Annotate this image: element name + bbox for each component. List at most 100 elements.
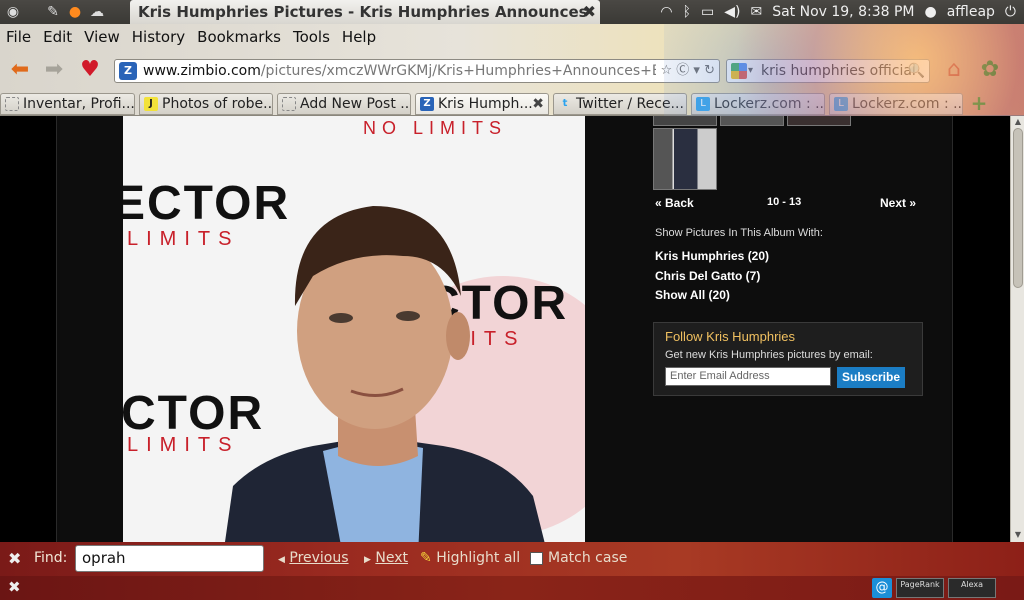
tab-inventar[interactable]: Inventar, Profi...: [0, 93, 135, 115]
photo-slogan: NO LIMITS: [363, 118, 508, 138]
album-filter-heading: Show Pictures In This Album With:: [655, 227, 823, 239]
highlight-all-label: Highlight all: [436, 550, 521, 566]
search-value: kris humphries official: [761, 63, 916, 79]
search-icon[interactable]: 🔍: [908, 60, 925, 82]
match-case-checkbox[interactable]: [530, 552, 543, 565]
ubuntu-menu-icon[interactable]: ◉: [2, 2, 24, 22]
menu-help[interactable]: Help: [336, 26, 382, 48]
highlight-all-button[interactable]: ✎ Highlight all: [420, 550, 520, 566]
dropdown-arrow-icon[interactable]: ▾: [693, 63, 700, 78]
scroll-down-icon[interactable]: ▼: [1011, 530, 1024, 540]
zimbio-site-icon: Z: [119, 62, 137, 80]
sidebar: « Back 10 - 13 Next » Show Pictures In T…: [653, 116, 943, 542]
menu-history[interactable]: History: [126, 26, 191, 48]
tab-label: Kris Humph...: [438, 96, 533, 112]
tab-kris-humphries[interactable]: Z Kris Humph... ✖: [415, 93, 549, 115]
back-arrow-icon[interactable]: ⬅: [6, 58, 34, 82]
next-link[interactable]: Next »: [880, 196, 916, 210]
person-silhouette: [225, 206, 545, 542]
menu-file[interactable]: File: [0, 26, 37, 48]
url-bar[interactable]: Z www.zimbio.com/pictures/xmczWWrGKMj/Kr…: [114, 59, 720, 83]
user-icon: ●: [924, 4, 937, 20]
highlighter-icon: ✎: [420, 550, 432, 566]
menu-edit[interactable]: Edit: [37, 26, 78, 48]
scroll-up-icon[interactable]: ▲: [1011, 117, 1024, 127]
tab-lockerz-1[interactable]: L Lockerz.com : ...: [691, 93, 825, 115]
menubar: File Edit View History Bookmarks Tools H…: [0, 26, 382, 48]
album-thumbnail[interactable]: [720, 116, 784, 126]
find-next-button[interactable]: ▶ Next: [364, 550, 408, 566]
j-favicon-icon: J: [144, 97, 158, 111]
clock-text[interactable]: Sat Nov 19, 8:38 PM: [772, 4, 914, 20]
site-info-icon[interactable]: Ⓒ: [676, 63, 689, 78]
url-actions: ☆ Ⓒ ▾ ↻: [656, 60, 715, 82]
menu-view[interactable]: View: [78, 26, 126, 48]
album-link-kris-humphries[interactable]: Kris Humphries (20): [655, 249, 769, 263]
bluetooth-icon[interactable]: ᛒ: [683, 4, 691, 20]
tab-lockerz-2[interactable]: L Lockerz.com : ...: [829, 93, 963, 115]
findbar-close-icon[interactable]: ✖: [8, 549, 21, 568]
blank-page-icon: [282, 97, 296, 111]
tab-close-icon[interactable]: ✖: [532, 94, 544, 114]
find-input[interactable]: oprah: [75, 545, 264, 572]
album-thumbnail[interactable]: [653, 116, 717, 126]
page-range: 10 - 13: [767, 196, 802, 208]
album-link-chris-del-gatto[interactable]: Chris Del Gatto (7): [655, 269, 760, 283]
next-label: Next: [375, 550, 408, 566]
tab-bar: Inventar, Profi... J Photos of robe... A…: [0, 92, 1024, 116]
new-tab-plus-icon[interactable]: +: [967, 93, 991, 115]
find-label: Find:: [34, 550, 68, 566]
mail-icon[interactable]: ✉: [750, 4, 762, 20]
firefox-icon[interactable]: ●: [64, 2, 86, 22]
url-domain: www.zimbio.com: [143, 63, 261, 79]
at-sign-icon[interactable]: @: [872, 578, 892, 598]
statusbar-close-icon[interactable]: ✖: [8, 578, 21, 596]
tab-label: Add New Post ...: [300, 96, 411, 112]
search-bar[interactable]: ▾ kris humphries official 🔍: [726, 59, 930, 83]
heart-icon[interactable]: ♥: [76, 58, 104, 82]
text-editor-icon[interactable]: ✎: [42, 2, 64, 22]
subscribe-button[interactable]: Subscribe: [837, 367, 905, 388]
navigation-bar: ⬅ ➡ ♥ Z www.zimbio.com/pictures/xmczWWrG…: [0, 54, 1024, 86]
tab-photos-of-robe[interactable]: J Photos of robe...: [139, 93, 273, 115]
match-case-label[interactable]: Match case: [548, 550, 627, 566]
vertical-scrollbar[interactable]: ▲ ▼: [1010, 116, 1024, 542]
pidgin-icon[interactable]: ☁: [86, 2, 108, 22]
follow-box: Follow Kris Humphries Get new Kris Humph…: [653, 322, 923, 396]
google-icon[interactable]: [731, 63, 747, 79]
forward-arrow-icon[interactable]: ➡: [40, 58, 68, 82]
home-icon[interactable]: ⌂: [940, 58, 968, 82]
url-path: /pictures/xmczWWrGKMj/Kris+Humphries+Ann…: [260, 63, 676, 79]
album-thumbnail[interactable]: [787, 116, 851, 126]
scrollbar-thumb[interactable]: [1013, 128, 1023, 288]
tab-add-new-post[interactable]: Add New Post ...: [277, 93, 411, 115]
main-photo[interactable]: NO LIMITS ECTOR LIMITS ECTOR LIMITS ECTO…: [123, 116, 585, 542]
window-close-icon[interactable]: ✖: [583, 0, 596, 24]
addon-icon[interactable]: ✿: [976, 58, 1004, 82]
wifi-icon[interactable]: ◠: [660, 4, 672, 20]
menu-bookmarks[interactable]: Bookmarks: [191, 26, 287, 48]
reload-icon[interactable]: ↻: [704, 63, 715, 78]
browser-chrome: File Edit View History Bookmarks Tools H…: [0, 24, 1024, 116]
search-engine-caret-icon[interactable]: ▾: [748, 60, 753, 82]
zimbio-favicon-icon: Z: [420, 97, 434, 111]
power-icon[interactable]: ⏻: [1005, 4, 1016, 20]
top-panel: ◉ ✎ ● ☁ Kris Humphries Pictures - Kris H…: [0, 0, 1024, 45]
album-thumbnail[interactable]: [653, 128, 717, 190]
lockerz-favicon-icon: L: [696, 97, 710, 111]
pagerank-widget[interactable]: PageRank: [896, 578, 944, 598]
bookmark-star-icon[interactable]: ☆: [660, 63, 672, 78]
menu-tools[interactable]: Tools: [287, 26, 336, 48]
battery-icon[interactable]: ▭: [701, 4, 714, 20]
find-previous-button[interactable]: ◀ Previous: [278, 550, 349, 566]
alexa-widget[interactable]: Alexa: [948, 578, 996, 598]
tab-label: Lockerz.com : ...: [714, 96, 825, 112]
find-bar: ✖ Find: oprah ◀ Previous ▶ Next ✎ Highli…: [0, 542, 1024, 576]
user-name[interactable]: affleap: [947, 4, 995, 20]
volume-icon[interactable]: ◀): [724, 4, 740, 20]
tab-twitter[interactable]: t Twitter / Rece...: [553, 93, 687, 115]
album-link-show-all[interactable]: Show All (20): [655, 288, 730, 302]
email-field[interactable]: Enter Email Address: [665, 367, 831, 386]
back-link[interactable]: « Back: [655, 196, 694, 210]
twitter-favicon-icon: t: [562, 98, 568, 109]
